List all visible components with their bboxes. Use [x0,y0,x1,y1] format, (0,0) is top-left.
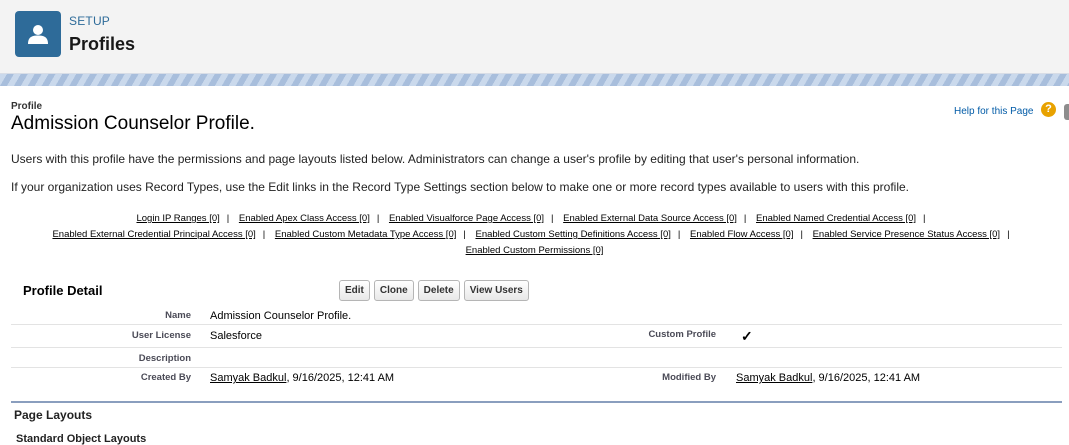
access-link[interactable]: Enabled External Data Source Access [0] [563,213,737,224]
detail-button-bar: Edit Clone Delete View Users [339,280,529,301]
access-link[interactable]: Enabled Service Presence Status Access [… [813,229,1000,240]
name-value: Admission Counselor Profile. [210,310,352,322]
help-icon[interactable]: ? [1041,102,1056,117]
user-icon [15,11,61,57]
section-title-profile-detail: Profile Detail [23,283,103,298]
access-links-row: Enabled External Credential Principal Ac… [0,227,1069,243]
view-users-button[interactable]: View Users [463,280,529,301]
section-title-page-layouts: Page Layouts [14,408,93,422]
profile-description-text: Users with this profile have the permiss… [11,152,860,166]
standard-object-layouts-heading: Standard Object Layouts [16,433,147,445]
page-layouts-section: Page Layouts Standard Object Layouts [11,401,1062,445]
side-panel-handle[interactable] [1064,104,1069,120]
description-label: Description [138,353,191,364]
separator: | [551,213,554,224]
access-link[interactable]: Enabled Visualforce Page Access [0] [389,213,544,224]
user-license-label: User License [131,330,191,341]
access-links-row: Login IP Ranges [0] | Enabled Apex Class … [0,211,1069,227]
separator: | [463,229,466,240]
separator: | [800,229,803,240]
access-link[interactable]: Enabled Custom Setting Definitions Acces… [475,229,670,240]
separator: | [226,213,230,224]
access-link[interactable]: Enabled Custom Permissions [0] [466,245,604,256]
page-header-title: Profiles [69,34,136,54]
created-by-value: Samyak Badkul, 9/16/2025, 12:41 AM [210,372,394,384]
detail-row-created-modified: Created By Samyak Badkul, 9/16/2025, 12:… [11,368,1062,391]
name-label: Name [165,310,191,321]
detail-row-description: Description [11,348,1062,368]
separator: | [376,213,380,224]
access-links-row: Enabled Custom Permissions [0] [0,243,1069,259]
separator: | [677,229,681,240]
edit-button[interactable]: Edit [339,280,370,301]
modified-by-label: Modified By [662,372,716,383]
separator: | [1007,229,1010,240]
modified-by-date: , 9/16/2025, 12:41 AM [812,372,921,384]
modified-by-user-link[interactable]: Samyak Badkul [736,372,812,384]
setup-header: SETUP Profiles [0,0,1069,74]
detail-row-license: User License Salesforce Custom Profile ✓ [11,325,1062,348]
access-link[interactable]: Login IP Ranges [0] [136,213,219,224]
created-by-user-link[interactable]: Samyak Badkul [210,372,286,384]
record-types-description-text: If your organization uses Record Types, … [11,180,910,194]
page-title: Admission Counselor Profile. [11,113,255,134]
custom-profile-label: Custom Profile [648,329,716,340]
user-license-value: Salesforce [210,330,262,342]
record-type-label: Profile [11,101,43,112]
access-link[interactable]: Enabled External Credential Principal Ac… [52,229,255,240]
created-by-date: , 9/16/2025, 12:41 AM [286,372,395,384]
profile-detail-table: Name Admission Counselor Profile. User L… [11,304,1062,391]
detail-row-name: Name Admission Counselor Profile. [11,304,1062,325]
decorative-band [0,74,1069,86]
setup-eyebrow: SETUP [69,14,111,28]
related-access-links: Login IP Ranges [0] | Enabled Apex Class … [0,211,1069,259]
clone-button[interactable]: Clone [373,280,414,301]
modified-by-value: Samyak Badkul, 9/16/2025, 12:41 AM [736,372,920,384]
checkmark-icon: ✓ [741,328,753,344]
created-by-label: Created By [140,372,191,383]
access-link[interactable]: Enabled Named Credential Access [0] [756,213,916,224]
delete-button[interactable]: Delete [417,280,460,301]
access-link[interactable]: Enabled Apex Class Access [0] [239,213,370,224]
separator: | [262,229,266,240]
help-link[interactable]: Help for this Page [954,106,1034,117]
access-link[interactable]: Enabled Flow Access [0] [690,229,794,240]
separator: | [743,213,747,224]
access-link[interactable]: Enabled Custom Metadata Type Access [0] [275,229,456,240]
separator: | [923,213,926,224]
